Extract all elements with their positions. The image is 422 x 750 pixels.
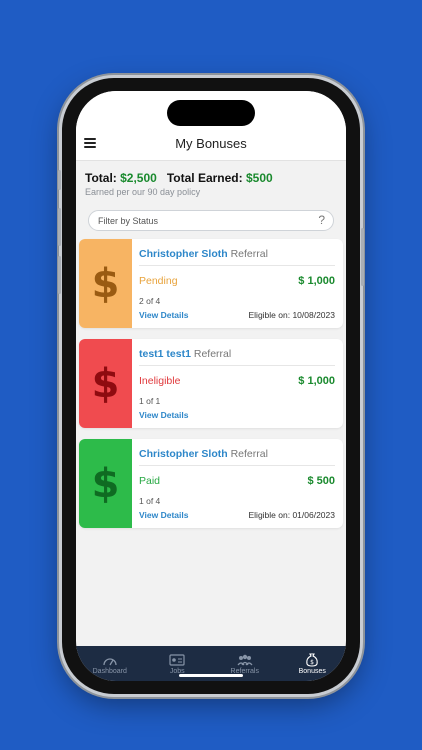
referral-name: Christopher Sloth Referral xyxy=(139,239,335,266)
referee-name: test1 test1 xyxy=(139,348,191,360)
bonus-list: $ Christopher Sloth Referral Pending $ 1… xyxy=(76,231,346,528)
volume-up-button xyxy=(58,208,61,246)
progress-count: 1 of 1 xyxy=(139,396,161,406)
referee-name: Christopher Sloth xyxy=(139,248,228,260)
status-label: Pending xyxy=(139,275,178,287)
help-icon[interactable]: ? xyxy=(318,213,325,227)
app-screen: My Bonuses Total: $2,500 Total Earned: $… xyxy=(76,91,346,681)
money-bag-icon: $ xyxy=(306,653,318,667)
eligible-date: Eligible on: 01/06/2023 xyxy=(248,510,336,520)
bonus-type: Referral xyxy=(230,248,268,260)
tab-bonuses[interactable]: $ Bonuses xyxy=(279,653,345,675)
people-icon xyxy=(237,654,253,666)
policy-note: Earned per our 90 day policy xyxy=(85,187,201,197)
power-button xyxy=(361,228,364,286)
tab-label: Dashboard xyxy=(92,668,127,675)
dollar-icon: $ xyxy=(79,339,132,428)
phone-frame: My Bonuses Total: $2,500 Total Earned: $… xyxy=(58,78,364,694)
volume-down-button xyxy=(58,256,61,294)
view-details-link[interactable]: View Details xyxy=(139,310,188,320)
dollar-icon: $ xyxy=(79,239,132,328)
bonus-card[interactable]: $ test1 test1 Referral Ineligible $ 1,00… xyxy=(79,339,343,428)
dynamic-island xyxy=(167,100,255,126)
id-card-icon xyxy=(169,654,185,666)
filter-placeholder: Filter by Status xyxy=(98,215,159,226)
total-label: Total: xyxy=(85,171,117,185)
page-title: My Bonuses xyxy=(175,136,247,151)
progress-count: 2 of 4 xyxy=(139,296,161,306)
bonus-type: Referral xyxy=(230,448,268,460)
bonus-card[interactable]: $ Christopher Sloth Referral Paid $ 500 … xyxy=(79,439,343,528)
referral-name: Christopher Sloth Referral xyxy=(139,439,335,466)
hamburger-icon[interactable] xyxy=(84,138,96,148)
home-indicator xyxy=(179,674,243,677)
action-button xyxy=(58,170,61,190)
totals-line: Total: $2,500 Total Earned: $500 xyxy=(85,171,337,185)
tab-jobs[interactable]: Jobs xyxy=(144,653,210,675)
bonus-card[interactable]: $ Christopher Sloth Referral Pending $ 1… xyxy=(79,239,343,328)
svg-text:$: $ xyxy=(310,659,314,666)
tab-referrals[interactable]: Referrals xyxy=(212,653,278,675)
status-label: Ineligible xyxy=(139,375,181,387)
status-label: Paid xyxy=(139,475,161,487)
view-details-link[interactable]: View Details xyxy=(139,410,188,420)
eligible-date: Eligible on: 10/08/2023 xyxy=(248,310,336,320)
total-value: $2,500 xyxy=(120,171,157,185)
bonus-amount: $ 500 xyxy=(307,475,335,487)
bonus-amount: $ 1,000 xyxy=(298,275,335,287)
tab-dashboard[interactable]: Dashboard xyxy=(77,653,143,675)
earned-label: Total Earned: xyxy=(166,171,243,185)
bonus-type: Referral xyxy=(193,348,232,360)
referral-name: test1 test1 Referral xyxy=(139,339,335,366)
bonus-amount: $ 1,000 xyxy=(298,375,335,387)
progress-count: 1 of 4 xyxy=(139,496,161,506)
view-details-link[interactable]: View Details xyxy=(139,510,188,520)
status-filter[interactable]: Filter by Status ? xyxy=(88,210,334,231)
referee-name: Christopher Sloth xyxy=(139,448,228,460)
earned-value: $500 xyxy=(245,171,273,185)
bonus-summary: Total: $2,500 Total Earned: $500 Earned … xyxy=(76,161,346,197)
tab-label: Bonuses xyxy=(298,668,326,675)
gauge-icon xyxy=(103,658,117,666)
dollar-icon: $ xyxy=(79,439,132,528)
nav-bar: My Bonuses xyxy=(76,127,346,161)
